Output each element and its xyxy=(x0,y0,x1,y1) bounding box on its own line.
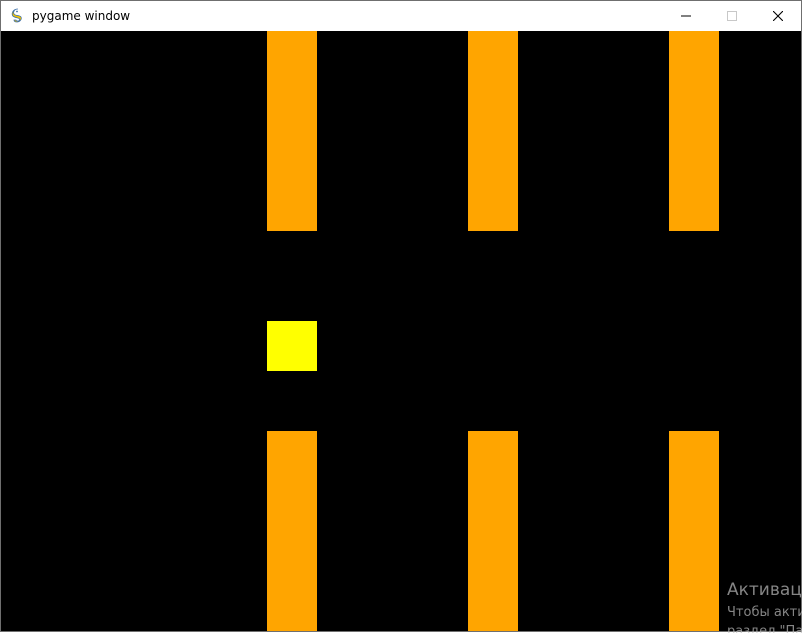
minimize-button[interactable] xyxy=(663,1,709,31)
title-bar[interactable]: pygame window xyxy=(1,1,801,31)
watermark-title: Активац xyxy=(727,580,802,600)
close-icon xyxy=(773,11,783,21)
watermark-line-1: Чтобы акти xyxy=(727,605,802,620)
windows-activation-watermark: Активац Чтобы акти раздел "Па xyxy=(727,579,802,633)
maximize-icon xyxy=(727,11,737,21)
pipe-top-2 xyxy=(468,31,518,231)
pipe-bottom-2 xyxy=(468,431,518,631)
close-button[interactable] xyxy=(755,1,801,31)
pipe-bottom-3 xyxy=(669,431,719,631)
minimize-icon xyxy=(681,15,691,17)
pipe-bottom-1 xyxy=(267,431,317,631)
game-canvas[interactable] xyxy=(1,31,801,631)
maximize-button[interactable] xyxy=(709,1,755,31)
pipe-top-3 xyxy=(669,31,719,231)
player-square xyxy=(267,321,317,371)
pygame-window: pygame window Активац Чтобы акти раздел … xyxy=(0,0,802,633)
pygame-snake-icon xyxy=(11,8,22,23)
window-title: pygame window xyxy=(32,9,131,23)
pipe-top-1 xyxy=(267,31,317,231)
